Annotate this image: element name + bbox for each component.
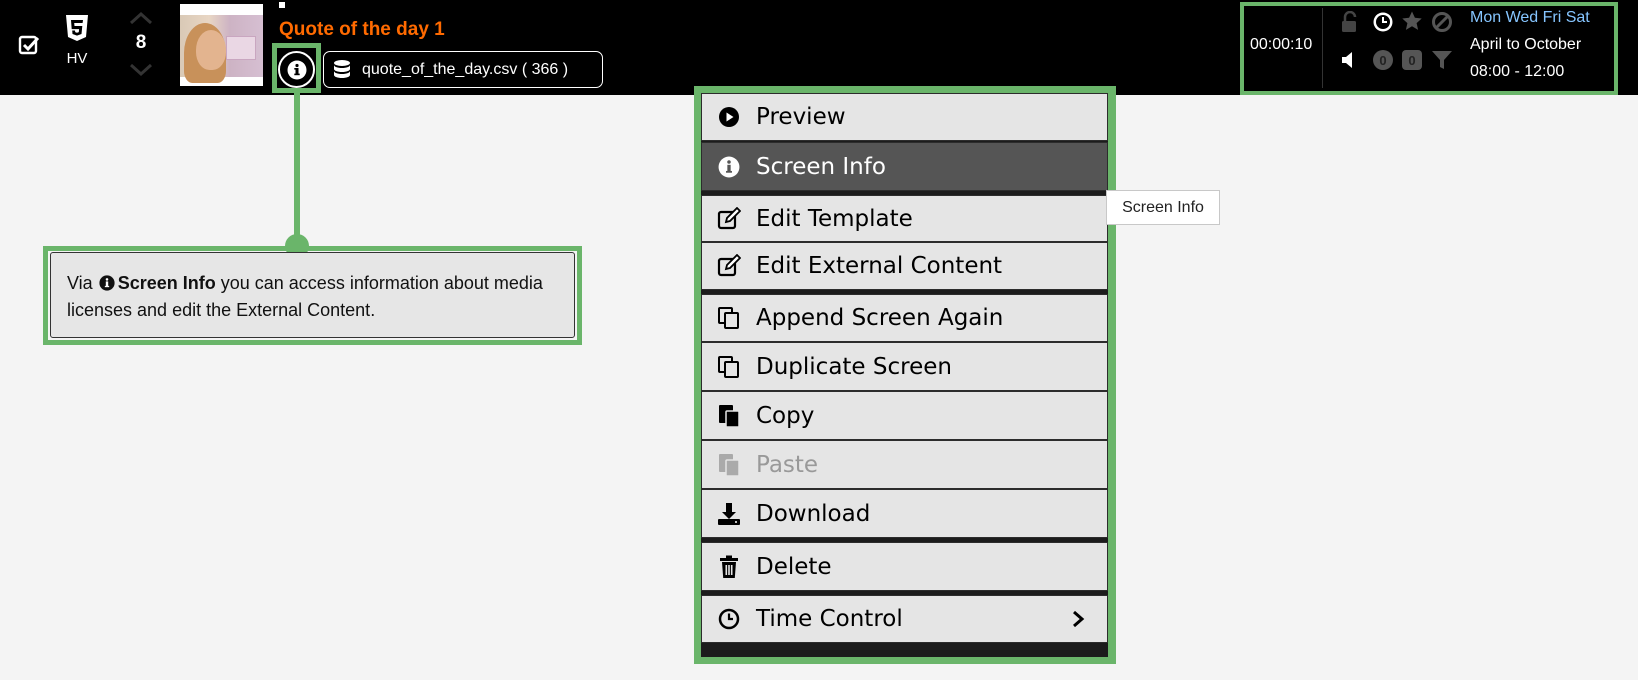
database-icon (334, 59, 350, 78)
menu-item-append-screen-again[interactable]: Append Screen Again (701, 294, 1108, 342)
download-icon (718, 502, 740, 525)
ban-icon[interactable] (1431, 11, 1453, 33)
callout-bold: Screen Info (117, 273, 216, 293)
trash-icon (720, 555, 738, 578)
context-menu: Preview Screen Info Edit Template Edit E… (701, 93, 1108, 657)
play-circle-icon (719, 107, 739, 127)
paste-icon (719, 453, 740, 477)
menu-item-copy[interactable]: Copy (701, 391, 1108, 440)
menu-item-duplicate-screen[interactable]: Duplicate Screen (701, 342, 1108, 391)
menu-item-label: Screen Info (756, 153, 886, 180)
menu-item-download[interactable]: Download (701, 489, 1108, 538)
clipboard-icon (719, 404, 740, 428)
checkbox-checked-icon[interactable] (17, 33, 41, 57)
menu-item-screen-info[interactable]: Screen Info (701, 142, 1108, 191)
menu-item-paste: Paste (701, 440, 1108, 489)
unlock-icon[interactable] (1339, 11, 1361, 33)
html5-icon (66, 15, 88, 41)
screen-order: 8 (135, 32, 147, 53)
csv-data-button[interactable]: quote_of_the_day.csv ( 366 ) (323, 51, 603, 88)
tooltip: Screen Info (1106, 190, 1220, 225)
clock-icon (718, 608, 740, 630)
edit-icon (717, 206, 741, 229)
indicator-dot (279, 2, 285, 8)
schedule-months: April to October (1470, 36, 1582, 53)
format-label: HV (66, 50, 88, 67)
menu-item-edit-template[interactable]: Edit Template (701, 195, 1108, 242)
info-button[interactable] (278, 51, 315, 88)
count-badge: 0 (1402, 50, 1422, 70)
callout-box: Via Screen Info you can access informati… (50, 252, 575, 338)
menu-item-label: Time Control (756, 606, 903, 632)
menu-item-label: Delete (756, 553, 832, 580)
screen-thumbnail[interactable] (180, 4, 263, 86)
count-badge: 0 (1373, 50, 1393, 70)
menu-item-label: Append Screen Again (756, 305, 1004, 331)
info-circle-icon (718, 156, 740, 177)
copy-icon (718, 307, 739, 329)
menu-item-label: Download (756, 500, 871, 527)
menu-item-label: Copy (756, 402, 815, 429)
screen-row-bar: HV 8 Quote of the day 1 quote_of_the_day… (0, 0, 1638, 95)
filter-icon[interactable] (1431, 49, 1453, 71)
menu-item-time-control[interactable]: Time Control (701, 595, 1108, 643)
info-circle-icon (99, 275, 115, 291)
chevron-right-icon (1073, 610, 1085, 628)
duration[interactable]: 00:00:10 (1250, 36, 1312, 54)
menu-item-label: Paste (756, 451, 819, 478)
clock-icon[interactable] (1372, 11, 1394, 33)
copy-icon (718, 355, 739, 378)
menu-item-label: Edit External Content (756, 253, 1003, 279)
schedule-hours: 08:00 - 12:00 (1470, 63, 1565, 80)
menu-item-label: Edit Template (756, 205, 913, 232)
menu-item-label: Preview (756, 104, 846, 130)
star-icon[interactable] (1401, 10, 1423, 32)
menu-item-delete[interactable]: Delete (701, 542, 1108, 591)
volume-icon[interactable] (1339, 49, 1361, 71)
edit-icon (717, 254, 741, 277)
menu-item-preview[interactable]: Preview (701, 93, 1108, 141)
info-circle-icon (287, 60, 306, 79)
schedule-days[interactable]: Mon Wed Fri Sat (1470, 9, 1590, 27)
chevron-up-icon[interactable] (128, 10, 154, 26)
menu-item-label: Duplicate Screen (756, 353, 952, 380)
divider (1322, 8, 1323, 88)
chevron-down-icon[interactable] (128, 62, 154, 78)
menu-item-edit-external-content[interactable]: Edit External Content (701, 242, 1108, 290)
csv-label: quote_of_the_day.csv ( 366 ) (362, 60, 569, 78)
screen-title[interactable]: Quote of the day 1 (279, 19, 445, 41)
callout-connector (294, 93, 300, 245)
callout-prefix: Via (67, 273, 93, 293)
